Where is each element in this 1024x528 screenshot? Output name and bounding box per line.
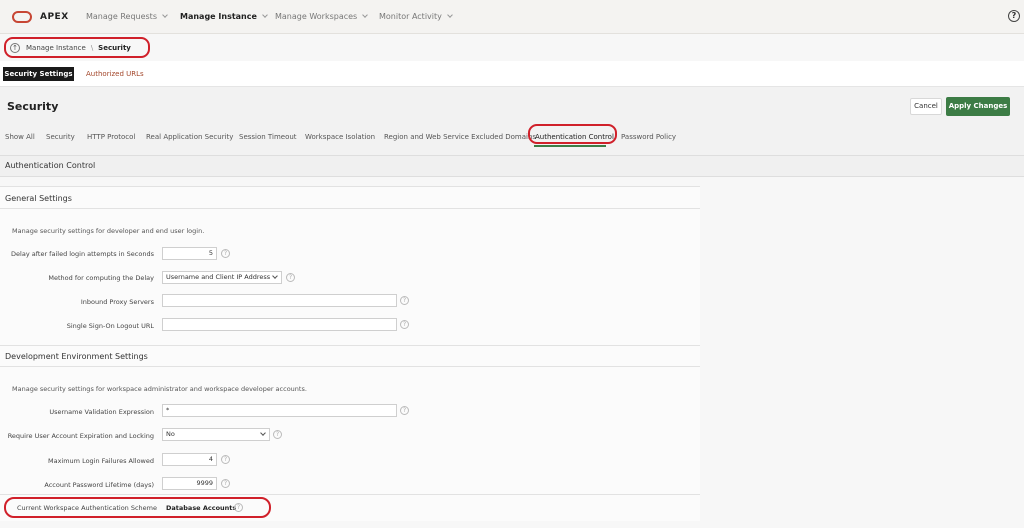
apply-changes-button[interactable]: Apply Changes [946,97,1010,116]
breadcrumb-separator: \ [90,43,94,52]
nav-monitor-activity[interactable]: Monitor Activity [379,12,453,21]
delay-method-select[interactable]: Username and Client IP Address [162,271,282,284]
subtab-bar: Security Settings Authorized URLs [0,61,1024,87]
region-tab-ras[interactable]: Real Application Security [146,133,233,141]
help-icon[interactable]: ? [221,249,230,258]
delay-input[interactable]: 5 [162,247,217,260]
nav-label: Manage Instance [180,12,257,21]
page-header: Security Cancel Apply Changes Show All S… [0,87,1024,157]
region-tab-excluded-domains[interactable]: Region and Web Service Excluded Domains [384,133,536,141]
account-expiration-value: No [166,430,175,438]
auth-scheme-label: Current Workspace Authentication Scheme [17,504,158,512]
dev-settings-title: Development Environment Settings [5,352,148,361]
divider [0,186,700,187]
help-icon[interactable]: ? [400,406,409,415]
active-tab-underline [534,145,606,147]
password-lifetime-input[interactable]: 9999 [162,477,217,490]
divider [0,366,700,367]
proxy-servers-input[interactable] [162,294,397,307]
divider [0,494,700,495]
active-tab-highlight [528,124,617,144]
nav-label: Manage Workspaces [275,12,358,21]
chevron-down-icon [447,12,453,18]
max-login-failures-input[interactable]: 4 [162,453,217,466]
tab-authorized-urls[interactable]: Authorized URLs [86,67,144,81]
nav-label: Monitor Activity [379,12,442,21]
help-icon[interactable]: ? [273,430,282,439]
nav-manage-instance[interactable]: Manage Instance [180,12,268,21]
divider [0,208,700,209]
sso-logout-input[interactable] [162,318,397,331]
password-lifetime-label: Account Password Lifetime (days) [44,481,154,489]
username-validation-input[interactable]: * [162,404,397,417]
username-validation-label: Username Validation Expression [49,408,154,416]
help-icon[interactable]: ? [400,320,409,329]
region-tab-show-all[interactable]: Show All [5,133,35,141]
account-expiration-label: Require User Account Expiration and Lock… [7,432,154,440]
region-tab-session-timeout[interactable]: Session Timeout [239,133,297,141]
chevron-down-icon [260,430,266,436]
dev-settings-description: Manage security settings for workspace a… [12,385,307,393]
proxy-servers-label: Inbound Proxy Servers [80,298,154,306]
brand-name: APEX [40,11,69,22]
breadcrumb-bar: ↑ Manage Instance \ Security [0,34,1024,61]
authentication-control-header: Authentication Control [0,155,1024,177]
delay-method-value: Username and Client IP Address [166,273,271,281]
chevron-down-icon [162,12,168,18]
help-icon[interactable]: ? [286,273,295,282]
region-tab-workspace-isolation[interactable]: Workspace Isolation [305,133,375,141]
region-tabs: Show All Security HTTP Protocol Real App… [0,128,1024,146]
oracle-logo-icon [12,10,32,23]
account-expiration-select[interactable]: No [162,428,270,441]
top-navigation-bar: APEX Manage Requests Manage Instance Man… [0,0,1024,34]
region-tab-http-protocol[interactable]: HTTP Protocol [87,133,135,141]
general-settings-description: Manage security settings for developer a… [12,227,205,235]
region-tab-security[interactable]: Security [46,133,75,141]
help-icon[interactable]: ? [234,503,243,512]
delay-method-label: Method for computing the Delay [48,274,154,282]
nav-manage-requests[interactable]: Manage Requests [86,12,168,21]
breadcrumb: ↑ Manage Instance \ Security [4,37,150,58]
delay-label: Delay after failed login attempts in Sec… [11,250,154,258]
apex-logo[interactable]: APEX [12,10,69,23]
nav-label: Manage Requests [86,12,157,21]
auth-scheme-value: Database Accounts [166,504,237,512]
breadcrumb-current: Security [98,43,131,52]
max-login-failures-label: Maximum Login Failures Allowed [47,457,154,465]
page-title: Security [7,100,59,113]
help-icon[interactable]: ? [1008,10,1020,22]
sso-logout-label: Single Sign-On Logout URL [66,322,154,330]
help-icon[interactable]: ? [221,455,230,464]
tab-security-settings[interactable]: Security Settings [3,67,74,81]
help-icon[interactable]: ? [400,296,409,305]
general-settings-title: General Settings [5,194,72,203]
breadcrumb-parent-link[interactable]: Manage Instance [26,44,86,52]
help-icon[interactable]: ? [221,479,230,488]
nav-manage-workspaces[interactable]: Manage Workspaces [275,12,369,21]
chevron-down-icon [262,12,268,18]
cancel-button[interactable]: Cancel [910,98,942,115]
arrow-up-icon[interactable]: ↑ [10,42,20,53]
region-tab-password-policy[interactable]: Password Policy [621,133,676,141]
chevron-down-icon [362,12,369,18]
chevron-down-icon [272,273,278,279]
